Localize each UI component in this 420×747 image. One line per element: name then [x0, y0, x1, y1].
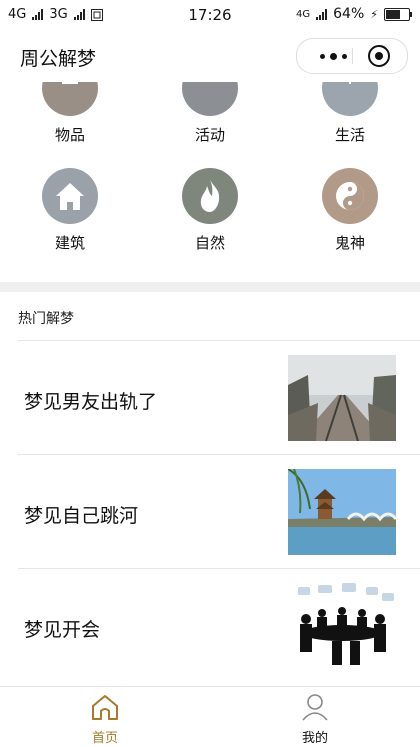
house-icon [42, 168, 98, 224]
list-item[interactable]: 梦见男友出轨了 [18, 340, 420, 454]
bicycle-icon [182, 82, 238, 116]
category-label: 生活 [334, 126, 365, 144]
category-label: 鬼神 [334, 234, 365, 252]
category-item[interactable]: 活动 [170, 82, 250, 145]
signal-icon [316, 8, 328, 20]
umbrella-icon [322, 82, 378, 116]
page-title: 周公解梦 [20, 48, 97, 70]
list-item[interactable]: 梦见开会 [18, 568, 420, 682]
tab-bar: 首页 我的 [0, 686, 420, 747]
category-item[interactable]: 生活 [310, 82, 390, 145]
status-bar: 4G 3G 17:26 4G 64% ⚡ [0, 0, 420, 30]
meeting-silhouette-photo [288, 583, 396, 669]
yin-yang-icon [322, 168, 378, 224]
list-item-title: 梦见男友出轨了 [24, 391, 158, 413]
list-item[interactable]: 梦见自己跳河 [18, 454, 420, 568]
pagoda-bridge-river-photo [288, 469, 396, 555]
status-right: 4G 64% ⚡ [296, 6, 412, 22]
home-icon [92, 695, 118, 720]
more-button[interactable] [313, 48, 353, 64]
battery-fill [386, 9, 401, 19]
charging-icon: ⚡ [370, 7, 378, 21]
tab-home-label: 首页 [91, 731, 118, 746]
close-button[interactable] [368, 45, 390, 67]
category-item[interactable]: 鬼神 [310, 168, 390, 253]
nav-bar: 周公解梦 [0, 30, 420, 82]
list-item-title: 梦见开会 [24, 619, 101, 641]
tab-home[interactable]: 首页 [65, 693, 145, 746]
object-icon [42, 82, 98, 116]
tab-mine[interactable]: 我的 [275, 693, 355, 746]
section-title: 热门解梦 [18, 311, 74, 327]
category-item[interactable]: 物品 [30, 82, 110, 145]
user-icon [302, 694, 328, 721]
category-item[interactable]: 建筑 [30, 168, 110, 253]
category-item[interactable]: 自然 [170, 168, 250, 253]
tab-mine-label: 我的 [301, 731, 328, 746]
category-label: 活动 [194, 126, 225, 144]
fire-icon [182, 168, 238, 224]
category-grid: 物品 活动 生活 建筑 自然 鬼神 [0, 82, 420, 264]
railroad-tracks-photo [288, 355, 396, 441]
mini-program-capsule [296, 38, 408, 74]
section-divider [0, 282, 420, 292]
network-label: 4G [296, 8, 311, 20]
list-item-title: 梦见自己跳河 [24, 505, 139, 527]
category-label: 物品 [54, 126, 85, 144]
battery-icon [384, 7, 412, 21]
hot-dream-list: 梦见男友出轨了 梦见自己跳河 梦见开会 [18, 340, 420, 682]
capsule-divider [352, 48, 353, 64]
category-label: 建筑 [54, 234, 85, 252]
battery-percent: 64% [333, 6, 365, 22]
category-label: 自然 [194, 234, 225, 252]
